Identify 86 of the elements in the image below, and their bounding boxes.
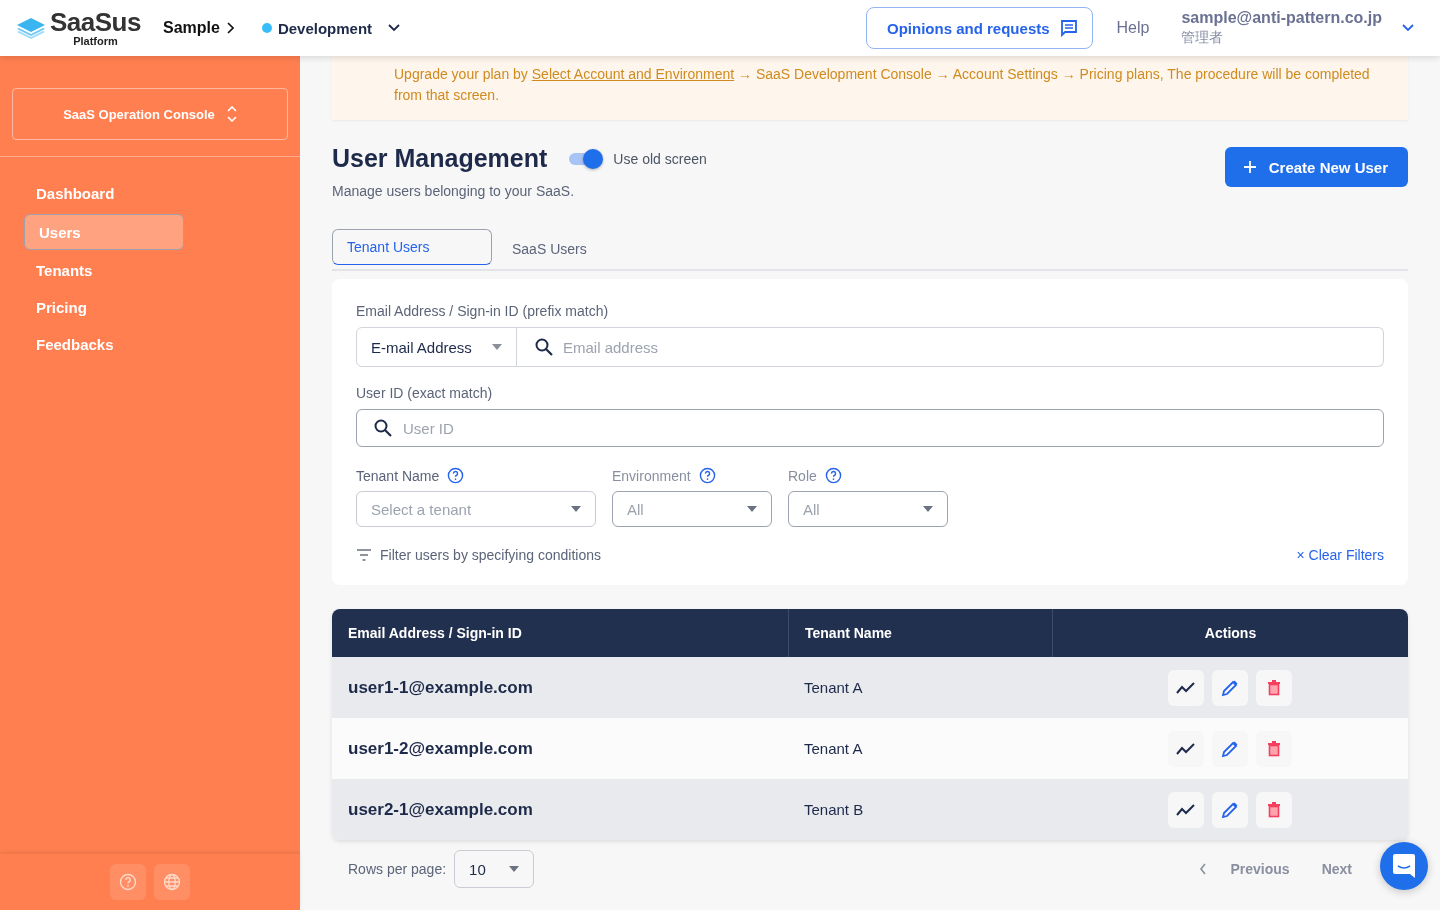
- next-button[interactable]: Next: [1313, 861, 1360, 877]
- environment-selector[interactable]: Development: [277, 19, 373, 37]
- chevron-right-icon: [225, 22, 234, 34]
- trend-line-icon: [1176, 803, 1196, 816]
- rows-per-page-select[interactable]: 10: [454, 850, 535, 888]
- pencil-icon: [1221, 739, 1239, 758]
- caret-down-icon: [492, 344, 502, 350]
- console-switcher[interactable]: SaaS Operation Console: [12, 88, 288, 140]
- filter-hint: Filter users by specifying conditions: [380, 547, 601, 563]
- caret-down-icon: [747, 506, 757, 512]
- tab[interactable]: SaaS Users: [492, 229, 607, 271]
- trend-line-icon: [1176, 681, 1196, 694]
- dropdown-select[interactable]: All: [612, 491, 772, 527]
- sidebar-item[interactable]: Tenants: [24, 254, 276, 287]
- email-input[interactable]: Email address: [517, 327, 1384, 367]
- filter-icon: [356, 549, 372, 561]
- message-icon: [1059, 19, 1078, 37]
- help-icon[interactable]: [447, 467, 465, 484]
- delete-button[interactable]: [1256, 669, 1292, 706]
- edit-button[interactable]: [1212, 669, 1248, 706]
- column-header: Email Address / Sign-in ID: [347, 624, 523, 643]
- caret-down-icon: [923, 506, 933, 512]
- toggle-label: Use old screen: [613, 150, 707, 167]
- table-cell-text: Tenant B: [803, 800, 865, 820]
- table-cell-text: user2-1@example.com: [347, 798, 534, 821]
- feedback-button[interactable]: Opinions and requests: [866, 7, 1093, 49]
- trash-icon: [1267, 801, 1281, 818]
- field-label: Environment: [612, 467, 691, 484]
- previous-button[interactable]: Previous: [1222, 861, 1298, 877]
- caret-down-icon: [571, 506, 581, 512]
- breadcrumb-link[interactable]: Sample: [162, 19, 220, 37]
- field-label: User ID (exact match): [356, 385, 494, 401]
- pencil-icon: [1221, 800, 1239, 819]
- account-link[interactable]: Select Account and Environment: [531, 66, 735, 82]
- chevron-updown-icon: [226, 106, 237, 122]
- sidebar-item[interactable]: Dashboard: [24, 177, 276, 210]
- rows-per-page-label: Rows per page:: [348, 861, 447, 877]
- page-title: User Management: [332, 144, 548, 173]
- search-icon: [535, 338, 553, 356]
- delete-button[interactable]: [1256, 791, 1292, 828]
- table-cell-text: user1-2@example.com: [347, 737, 534, 760]
- table-cell-text: user1-1@example.com: [347, 676, 534, 699]
- activity-button[interactable]: [1168, 791, 1204, 828]
- activity-button[interactable]: [1168, 669, 1204, 706]
- logo-subtitle: Platform: [73, 36, 118, 47]
- delete-button[interactable]: [1256, 730, 1292, 767]
- sidebar-item[interactable]: Pricing: [24, 291, 276, 324]
- activity-button[interactable]: [1168, 730, 1204, 767]
- warning-message: Upgrade your plan by Select Account and Environment → SaaS Development Console → Account Settings → Pricing plans, The procedure will be completed from that screen.: [394, 65, 1371, 105]
- logo-icon: [16, 17, 46, 39]
- user-id-input[interactable]: User ID: [356, 409, 1384, 447]
- chat-icon: [1392, 853, 1416, 879]
- help-icon: [119, 873, 137, 891]
- email-type-select[interactable]: E-mail Address: [356, 327, 517, 367]
- edit-button[interactable]: [1212, 730, 1248, 767]
- chevron-down-icon[interactable]: [388, 24, 401, 32]
- table-cell-text: Tenant A: [803, 739, 864, 759]
- clear-filters-link[interactable]: × Clear Filters: [1296, 547, 1384, 563]
- chat-button[interactable]: [1380, 842, 1428, 890]
- table-cell-text: Tenant A: [803, 678, 864, 698]
- trash-icon: [1267, 679, 1281, 696]
- dropdown-select[interactable]: Select a tenant: [356, 491, 596, 527]
- create-user-button[interactable]: Create New User: [1224, 147, 1408, 187]
- dropdown-select[interactable]: All: [788, 491, 948, 527]
- field-label: Tenant Name: [356, 467, 440, 484]
- page-subtitle: Manage users belonging to your SaaS.: [332, 183, 576, 199]
- pencil-icon: [1221, 678, 1239, 697]
- field-label: Email Address / Sign-in ID (prefix match): [356, 303, 610, 319]
- chevron-left-icon: [1198, 863, 1207, 875]
- logo-name: SaaSus: [50, 9, 141, 35]
- sidebar-item[interactable]: Feedbacks: [24, 328, 276, 361]
- user-email: sample@anti-pattern.co.jp: [1181, 9, 1382, 27]
- tab[interactable]: Tenant Users: [332, 229, 492, 265]
- globe-icon: [163, 873, 181, 891]
- help-icon[interactable]: [698, 467, 716, 484]
- sidebar-item[interactable]: Users: [24, 214, 184, 250]
- edit-button[interactable]: [1212, 791, 1248, 828]
- search-icon: [374, 419, 392, 437]
- user-role: 管理者: [1181, 29, 1225, 47]
- trash-icon: [1267, 740, 1281, 757]
- plus-icon: [1242, 160, 1257, 174]
- field-label: Role: [788, 467, 817, 484]
- caret-down-icon: [509, 866, 520, 872]
- help-link[interactable]: Help: [1116, 19, 1150, 37]
- help-icon[interactable]: [824, 467, 842, 484]
- trend-line-icon: [1176, 742, 1196, 755]
